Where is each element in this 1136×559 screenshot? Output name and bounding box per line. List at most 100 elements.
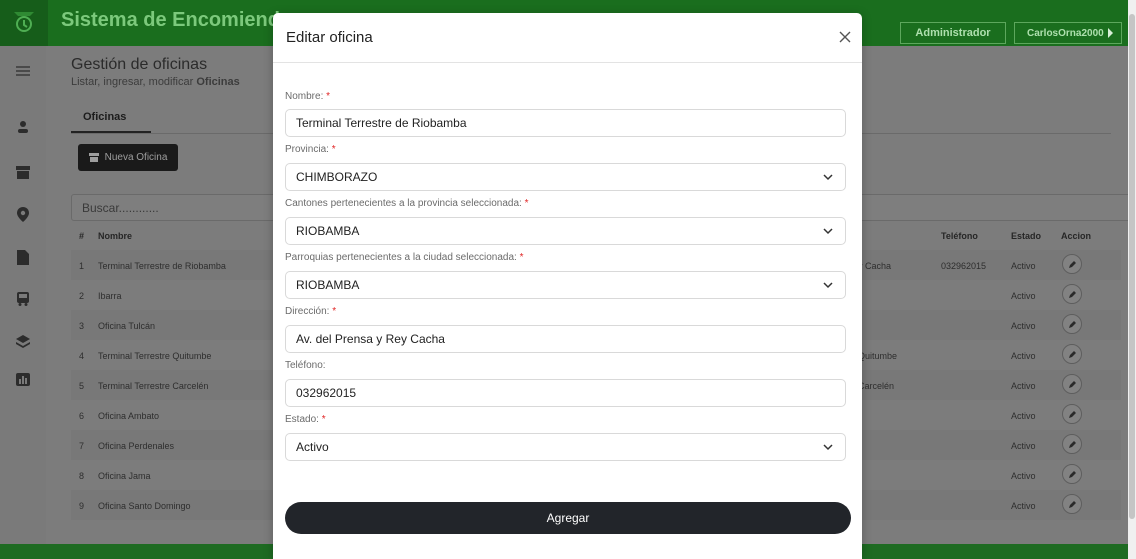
scrollbar-thumb[interactable] <box>1129 14 1135 519</box>
tab-oficinas[interactable]: Oficinas <box>83 111 126 123</box>
logo-icon <box>14 12 34 32</box>
pencil-icon <box>1068 440 1076 448</box>
row-number: 6 <box>79 411 85 421</box>
nombre-input[interactable]: Terminal Terrestre de Riobamba <box>285 109 846 137</box>
row-number: 4 <box>79 351 85 361</box>
row-name: Oficina Tulcán <box>98 321 156 331</box>
row-state: Activo <box>1011 501 1036 511</box>
provincia-select[interactable]: CHIMBORAZO <box>285 163 846 191</box>
store-icon[interactable] <box>15 164 31 180</box>
row-number: 7 <box>79 441 85 451</box>
chevron-down-icon <box>823 444 833 451</box>
user-menu[interactable]: CarlosOrna2000 <box>1014 22 1122 44</box>
logo <box>0 0 48 46</box>
agregar-button[interactable]: Agregar <box>285 502 851 534</box>
chevron-down-icon <box>823 174 833 181</box>
page-title: Gestión de oficinas <box>71 56 208 73</box>
user-icon[interactable] <box>15 119 31 135</box>
row-number: 2 <box>79 291 85 301</box>
pencil-icon <box>1068 380 1076 388</box>
parroquia-select[interactable]: RIOBAMBA <box>285 271 846 299</box>
row-state: Activo <box>1011 471 1036 481</box>
row-number: 5 <box>79 381 85 391</box>
caret-right-icon <box>1108 28 1113 38</box>
row-address-fragment: y Cacha <box>858 261 892 271</box>
sidebar <box>0 46 46 559</box>
row-name: Oficina Santo Domingo <box>98 501 191 511</box>
edit-button[interactable] <box>1062 344 1082 364</box>
col-header-state: Estado <box>1011 231 1042 241</box>
edit-office-modal: Editar oficina Nombre: * Terminal Terres… <box>273 13 862 559</box>
parroquia-label: Parroquias pertenecientes a la ciudad se… <box>285 252 524 263</box>
row-name: Ibarra <box>98 291 122 301</box>
pencil-icon <box>1068 290 1076 298</box>
role-dropdown[interactable]: Administrador <box>900 22 1006 44</box>
chart-icon[interactable] <box>15 371 31 387</box>
pencil-icon <box>1068 260 1076 268</box>
nombre-label: Nombre: * <box>285 91 331 102</box>
store-icon <box>88 153 99 162</box>
bus-icon[interactable] <box>15 291 31 307</box>
new-office-button[interactable]: Nueva Oficina <box>78 144 178 171</box>
row-name: Terminal Terrestre Quitumbe <box>98 351 212 361</box>
row-phone: 032962015 <box>941 261 987 271</box>
row-state: Activo <box>1011 291 1036 301</box>
user-name: CarlosOrna2000 <box>1027 27 1104 39</box>
close-icon[interactable] <box>836 28 854 46</box>
estado-select[interactable]: Activo <box>285 433 846 461</box>
canton-label: Cantones pertenecientes a la provincia s… <box>285 198 529 209</box>
row-number: 9 <box>79 501 85 511</box>
document-icon[interactable] <box>15 249 31 265</box>
chevron-down-icon <box>823 228 833 235</box>
row-address-fragment: Carcelén <box>858 381 895 391</box>
edit-button[interactable] <box>1062 494 1082 514</box>
edit-button[interactable] <box>1062 464 1082 484</box>
provincia-label: Provincia: * <box>285 144 336 155</box>
layers-icon[interactable] <box>15 334 31 350</box>
edit-button[interactable] <box>1062 254 1082 274</box>
direccion-label: Dirección: * <box>285 306 337 317</box>
row-state: Activo <box>1011 411 1036 421</box>
telefono-label: Teléfono: <box>285 360 326 371</box>
pencil-icon <box>1068 350 1076 358</box>
edit-button[interactable] <box>1062 374 1082 394</box>
col-header-num: # <box>79 231 85 241</box>
telefono-input[interactable]: 032962015 <box>285 379 846 407</box>
row-state: Activo <box>1011 261 1036 271</box>
row-name: Oficina Jama <box>98 471 151 481</box>
menu-icon[interactable] <box>15 63 31 79</box>
edit-button[interactable] <box>1062 434 1082 454</box>
row-name: Oficina Ambato <box>98 411 160 421</box>
col-header-phone: Teléfono <box>941 231 978 241</box>
row-state: Activo <box>1011 351 1036 361</box>
app-title: Sistema de Encomiendas <box>61 9 303 31</box>
row-state: Activo <box>1011 441 1036 451</box>
pencil-icon <box>1068 470 1076 478</box>
row-name: Terminal Terrestre de Riobamba <box>98 261 226 271</box>
pencil-icon <box>1068 410 1076 418</box>
row-name: Oficina Perdenales <box>98 441 175 451</box>
page-subtitle: Listar, ingresar, modificar Oficinas <box>71 76 240 88</box>
col-header-name: Nombre <box>98 231 133 241</box>
location-icon[interactable] <box>15 206 31 222</box>
row-state: Activo <box>1011 321 1036 331</box>
estado-label: Estado: * <box>285 414 326 425</box>
pencil-icon <box>1068 320 1076 328</box>
modal-title: Editar oficina <box>286 29 373 46</box>
canton-select[interactable]: RIOBAMBA <box>285 217 846 245</box>
row-number: 3 <box>79 321 85 331</box>
row-state: Activo <box>1011 381 1036 391</box>
row-name: Terminal Terrestre Carcelén <box>98 381 209 391</box>
pencil-icon <box>1068 500 1076 508</box>
chevron-down-icon <box>823 282 833 289</box>
edit-button[interactable] <box>1062 284 1082 304</box>
row-number: 1 <box>79 261 85 271</box>
row-address-fragment: Quitumbe <box>858 351 898 361</box>
edit-button[interactable] <box>1062 314 1082 334</box>
modal-header: Editar oficina <box>273 13 862 63</box>
col-header-action: Accion <box>1061 231 1092 241</box>
row-number: 8 <box>79 471 85 481</box>
edit-button[interactable] <box>1062 404 1082 424</box>
scrollbar[interactable] <box>1128 0 1136 559</box>
direccion-input[interactable]: Av. del Prensa y Rey Cacha <box>285 325 846 353</box>
